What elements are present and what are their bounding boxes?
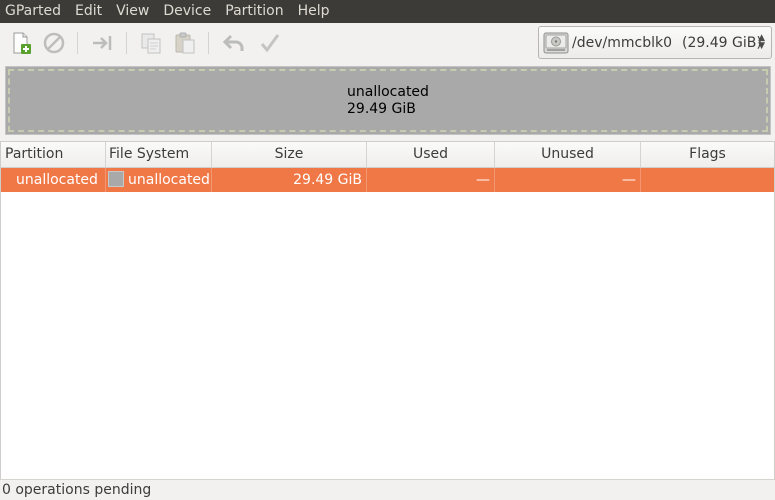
new-document-plus-icon — [13, 32, 31, 54]
partition-table: Partition File System Size Used Unused F… — [0, 141, 775, 479]
checkmark-icon — [260, 34, 280, 53]
delete-partition-button[interactable] — [41, 30, 67, 56]
arrow-to-bar-icon — [93, 36, 112, 50]
paste-icon — [175, 32, 195, 54]
cell-partition: unallocated — [1, 168, 106, 192]
copy-button[interactable] — [138, 30, 164, 56]
column-header-filesystem[interactable]: File System — [106, 142, 212, 167]
toolbar-separator — [208, 32, 209, 54]
status-bar: 0 operations pending — [0, 479, 775, 500]
device-size: (29.49 GiB) — [681, 34, 762, 51]
disk-map-label: unallocated 29.49 GiB — [347, 84, 429, 118]
status-text: 0 operations pending — [2, 482, 152, 498]
toolbar-separator — [77, 32, 78, 54]
column-header-unused[interactable]: Unused — [495, 142, 641, 167]
column-header-size[interactable]: Size — [212, 142, 367, 167]
cell-filesystem-label: unallocated — [128, 172, 210, 188]
disk-map[interactable]: unallocated 29.49 GiB — [5, 66, 771, 135]
new-partition-button[interactable] — [8, 30, 34, 56]
column-header-partition[interactable]: Partition — [1, 142, 106, 167]
menu-help[interactable]: Help — [291, 0, 337, 23]
no-entry-icon — [43, 32, 65, 54]
table-header: Partition File System Size Used Unused F… — [1, 142, 774, 168]
segment-name: unallocated — [347, 84, 429, 100]
chevron-updown-icon: ▲ ▼ — [758, 33, 765, 51]
resize-move-button[interactable] — [89, 30, 115, 56]
cell-size: 29.49 GiB — [212, 168, 367, 192]
cell-unused: — — [495, 168, 641, 192]
undo-arrow-icon — [222, 34, 244, 51]
menu-bar: GParted Edit View Device Partition Help — [0, 0, 775, 23]
menu-partition[interactable]: Partition — [218, 0, 290, 23]
paste-button[interactable] — [172, 30, 198, 56]
hard-disk-icon — [543, 32, 569, 53]
filesystem-color-swatch — [108, 171, 124, 187]
apply-button[interactable] — [257, 30, 283, 56]
column-header-flags[interactable]: Flags — [641, 142, 774, 167]
copy-icon — [141, 33, 161, 54]
cell-filesystem: unallocated — [106, 168, 212, 192]
segment-size: 29.49 GiB — [347, 101, 416, 117]
column-header-used[interactable]: Used — [367, 142, 495, 167]
device-selector[interactable]: /dev/mmcblk0 (29.49 GiB) ▲ ▼ — [538, 26, 772, 59]
menu-view[interactable]: View — [109, 0, 156, 23]
menu-device[interactable]: Device — [156, 0, 218, 23]
toolbar-separator — [126, 32, 127, 54]
undo-button[interactable] — [221, 30, 247, 56]
menu-gparted[interactable]: GParted — [0, 0, 68, 23]
cell-flags — [641, 168, 774, 192]
table-row[interactable]: unallocated unallocated 29.49 GiB — — — [1, 168, 774, 192]
cell-used: — — [367, 168, 495, 192]
menu-edit[interactable]: Edit — [68, 0, 109, 23]
device-path: /dev/mmcblk0 — [572, 34, 672, 51]
